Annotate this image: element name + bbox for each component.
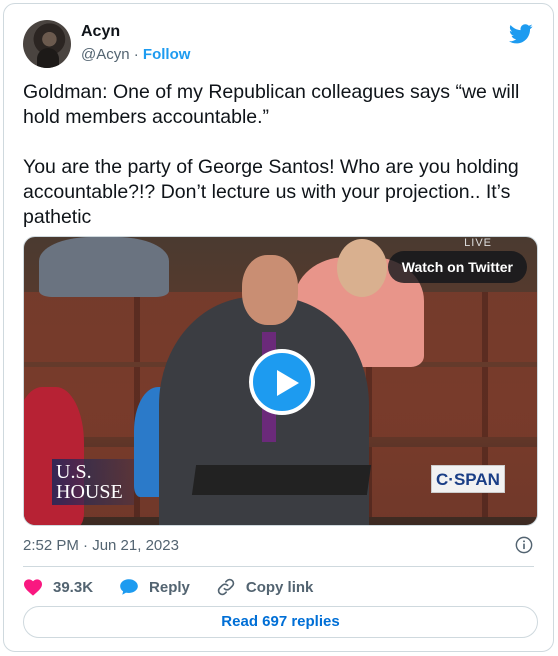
background-person bbox=[39, 237, 169, 297]
copy-link-label: Copy link bbox=[245, 578, 314, 596]
divider bbox=[23, 566, 534, 567]
house-logo-line2: HOUSE bbox=[56, 481, 123, 503]
reply-label: Reply bbox=[149, 578, 190, 596]
live-tag: LIVE bbox=[464, 237, 492, 249]
twitter-bird-icon[interactable] bbox=[509, 24, 533, 44]
background-person bbox=[24, 387, 84, 525]
reply-button[interactable]: Reply bbox=[119, 578, 190, 596]
author-handle-row: @Acyn · Follow bbox=[81, 46, 190, 63]
house-logo-line1: U.S. bbox=[56, 461, 92, 483]
avatar[interactable] bbox=[23, 20, 71, 68]
tweet-card: Acyn @Acyn · Follow Goldman: One of my R… bbox=[3, 3, 554, 652]
read-replies-button[interactable]: Read 697 replies bbox=[23, 606, 538, 638]
author-handle[interactable]: @Acyn bbox=[81, 46, 130, 63]
us-house-logo: U.S. HOUSE bbox=[52, 459, 134, 505]
tweet-timestamp[interactable]: 2:52 PM · Jun 21, 2023 bbox=[23, 537, 179, 554]
speaker-head bbox=[242, 255, 298, 325]
heart-icon bbox=[24, 579, 42, 596]
follow-button[interactable]: Follow bbox=[143, 46, 191, 63]
info-icon[interactable] bbox=[515, 536, 533, 554]
link-icon bbox=[217, 578, 235, 596]
watch-on-twitter-button[interactable]: Watch on Twitter bbox=[387, 251, 527, 283]
copy-link-button[interactable]: Copy link bbox=[216, 577, 314, 597]
tweet-text: Goldman: One of my Republican colleagues… bbox=[23, 81, 520, 228]
reply-bubble-icon bbox=[120, 579, 138, 595]
like-button[interactable]: 39.3K bbox=[23, 578, 93, 596]
cspan-logo: C·SPAN bbox=[431, 465, 505, 493]
separator: · bbox=[133, 46, 139, 63]
action-bar: 39.3K Reply Copy link bbox=[23, 576, 339, 598]
background-person-head bbox=[337, 239, 387, 297]
like-count: 39.3K bbox=[53, 578, 94, 596]
play-icon[interactable] bbox=[249, 349, 315, 415]
podium bbox=[191, 465, 372, 495]
author-name[interactable]: Acyn bbox=[81, 23, 120, 41]
video-player[interactable]: LIVE Watch on Twitter U.S. HOUSE C·SPAN bbox=[23, 236, 538, 526]
